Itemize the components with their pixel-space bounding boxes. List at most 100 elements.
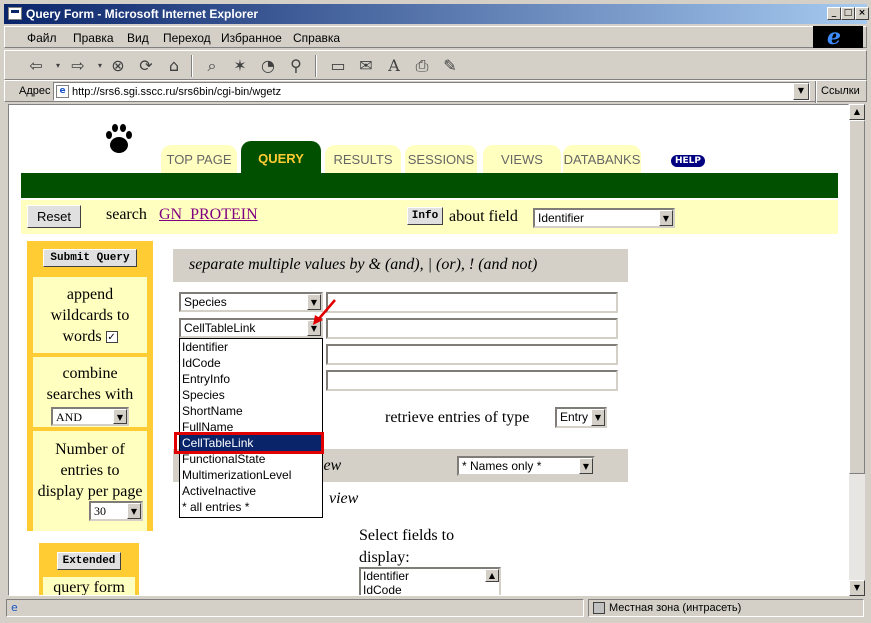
display-fields-list[interactable]: Identifier IdCode ▲: [359, 567, 501, 595]
dropdown-item[interactable]: MultimerizationLevel: [180, 467, 322, 483]
history-icon[interactable]: ◔: [257, 56, 279, 76]
chevron-down-icon[interactable]: ▼: [579, 458, 593, 474]
dropdown-item[interactable]: Identifier: [180, 339, 322, 355]
reset-button[interactable]: Reset: [27, 205, 81, 228]
refresh-icon[interactable]: ⟳: [135, 56, 157, 76]
search-label: search: [106, 206, 147, 223]
page-status-icon: e: [11, 601, 18, 614]
edit-icon[interactable]: ✎: [439, 56, 461, 76]
retrieve-type-select[interactable]: Entry ▼: [555, 407, 607, 428]
tab-top-page[interactable]: TOP PAGE: [161, 145, 237, 173]
tab-underline-bar: [21, 173, 838, 198]
vertical-scrollbar[interactable]: ▲ ▼: [849, 104, 865, 596]
srs-paw-logo-icon: [106, 124, 132, 153]
chevron-down-icon[interactable]: ▼: [127, 503, 141, 519]
scroll-down-button[interactable]: ▼: [849, 580, 865, 596]
tab-results[interactable]: RESULTS: [325, 145, 401, 173]
dropdown-item[interactable]: ShortName: [180, 403, 322, 419]
chevron-down-icon[interactable]: ▼: [113, 409, 127, 424]
title-bar[interactable]: Query Form - Microsoft Internet Explorer…: [4, 4, 869, 24]
menu-go[interactable]: Переход: [163, 31, 211, 45]
about-field-select[interactable]: Identifier ▼: [533, 208, 675, 228]
query-field-select-2[interactable]: CellTableLink ▼: [179, 318, 323, 338]
fullscreen-icon[interactable]: ▭: [327, 56, 349, 76]
chevron-down-icon[interactable]: ▼: [659, 210, 673, 226]
channels-icon[interactable]: ⚲: [285, 56, 307, 76]
status-zone-pane: Местная зона (интрасеть): [588, 599, 864, 617]
forward-icon[interactable]: ⇨: [67, 56, 89, 76]
list-scroll-up-button[interactable]: ▲: [485, 569, 499, 582]
dropdown-item[interactable]: IdCode: [180, 355, 322, 371]
menu-bar: Файл Правка Вид Переход Избранное Справк…: [4, 26, 867, 48]
close-button[interactable]: ×: [855, 7, 869, 20]
retrieve-type-value: Entry: [560, 410, 589, 424]
scroll-thumb[interactable]: [849, 120, 865, 474]
tab-help[interactable]: HELP: [671, 155, 705, 167]
font-icon[interactable]: A: [383, 56, 405, 76]
wildcards-box: append wildcards to words ✓: [33, 277, 147, 353]
zone-label: Местная зона (интрасеть): [609, 602, 742, 614]
status-main-pane: e: [6, 599, 584, 617]
print-icon[interactable]: ⎙: [411, 56, 433, 76]
search-icon[interactable]: ⌕: [201, 56, 223, 76]
info-button[interactable]: Info: [407, 207, 443, 225]
combine-label: combine searches with: [46, 365, 134, 403]
chevron-down-icon[interactable]: ▼: [591, 409, 605, 426]
submit-query-button[interactable]: Submit Query: [43, 249, 137, 267]
toolbar-separator: [191, 55, 193, 77]
address-dropdown-button[interactable]: ▼: [793, 83, 809, 100]
stop-icon[interactable]: ⊗: [107, 56, 129, 76]
field-dropdown-list[interactable]: Identifier IdCode EntryInfo Species Shor…: [179, 338, 323, 518]
scroll-up-button[interactable]: ▲: [849, 104, 865, 120]
about-field-value: Identifier: [538, 211, 585, 225]
tab-views[interactable]: VIEWS: [483, 145, 561, 173]
query-value-input-2[interactable]: [326, 318, 618, 339]
links-label[interactable]: Ссылки: [821, 85, 860, 97]
query-value-input-4[interactable]: [326, 370, 618, 391]
append-wildcards-checkbox[interactable]: ✓: [105, 331, 118, 344]
combine-select[interactable]: AND ▼: [51, 407, 129, 426]
select-fields-label: Select fields to display:: [359, 527, 455, 566]
address-bar: Адрес e http://srs6.sgi.sscc.ru/srs6bin/…: [4, 80, 867, 103]
tab-query[interactable]: QUERY: [241, 141, 321, 173]
minimize-button[interactable]: _: [827, 7, 841, 20]
maximize-button[interactable]: □: [841, 7, 855, 20]
extended-panel: Extended query form: [39, 543, 139, 595]
window-title: Query Form - Microsoft Internet Explorer: [26, 7, 259, 21]
menu-view[interactable]: Вид: [127, 31, 149, 45]
back-icon[interactable]: ⇦: [25, 56, 47, 76]
query-field-value-1: Species: [184, 295, 227, 309]
search-row: Reset search GN_PROTEIN Info about field…: [21, 200, 838, 234]
query-field-select-1[interactable]: Species ▼: [179, 292, 323, 312]
menu-help[interactable]: Справка: [293, 31, 340, 45]
dropdown-item[interactable]: Species: [180, 387, 322, 403]
favorites-icon[interactable]: ✶: [229, 56, 251, 76]
query-value-input-1[interactable]: [326, 292, 618, 313]
intranet-zone-icon: [593, 602, 605, 614]
view-select[interactable]: * Names only * ▼: [457, 456, 595, 476]
page-size-select[interactable]: 30 ▼: [89, 501, 143, 521]
tab-databanks[interactable]: DATABANKS: [563, 145, 641, 173]
extended-button[interactable]: Extended: [57, 552, 121, 570]
address-input[interactable]: e http://srs6.sgi.sscc.ru/srs6bin/cgi-bi…: [53, 82, 810, 101]
combine-value: AND: [56, 410, 82, 424]
tab-sessions[interactable]: SESSIONS: [405, 145, 477, 173]
display-field-item[interactable]: Identifier: [361, 569, 499, 583]
menu-favorites[interactable]: Избранное: [221, 31, 282, 45]
back-dropdown-icon[interactable]: ▾: [47, 56, 69, 76]
mail-icon[interactable]: ✉: [355, 56, 377, 76]
dropdown-item[interactable]: * all entries *: [180, 499, 322, 515]
menu-edit[interactable]: Правка: [73, 31, 114, 45]
dropdown-item[interactable]: ActiveInactive: [180, 483, 322, 499]
display-field-item[interactable]: IdCode: [361, 583, 499, 595]
menu-file[interactable]: Файл: [27, 31, 57, 45]
query-value-input-3[interactable]: [326, 344, 618, 365]
ie-window-icon[interactable]: [8, 7, 22, 20]
home-icon[interactable]: ⌂: [163, 56, 185, 76]
databank-link[interactable]: GN_PROTEIN: [159, 206, 258, 224]
retrieve-label: retrieve entries of type: [385, 409, 530, 426]
combine-box: combine searches with AND ▼: [33, 357, 147, 427]
dropdown-item[interactable]: EntryInfo: [180, 371, 322, 387]
red-arrow-annotation-icon: [313, 299, 336, 325]
query-form-label: query form: [43, 577, 135, 595]
